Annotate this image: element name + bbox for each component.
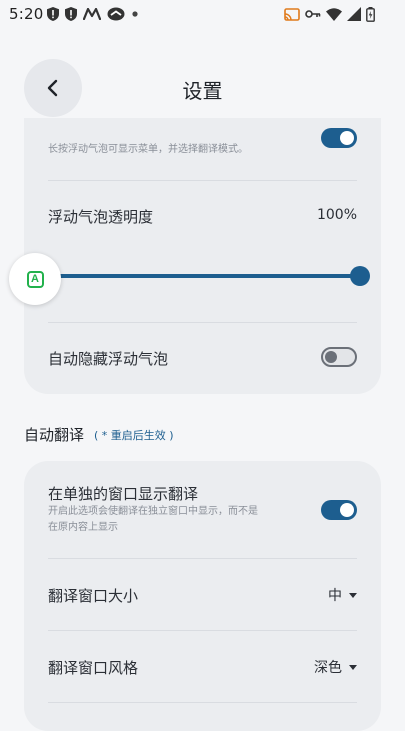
long-press-toggle[interactable] [321, 128, 357, 148]
status-notification-icons [47, 5, 139, 23]
window-style-label: 翻译窗口风格 [48, 659, 139, 677]
status-bar: 5:20 [0, 0, 405, 28]
opacity-slider[interactable] [58, 266, 370, 286]
window-style-value: 深色 [314, 660, 342, 676]
shield-alert-icon [47, 7, 59, 21]
toggle-knob [325, 351, 337, 363]
cast-icon [284, 7, 300, 21]
shield-alert-icon [65, 7, 77, 21]
auto-hide-label: 自动隐藏浮动气泡 [48, 350, 169, 368]
dot-icon [132, 11, 138, 17]
signal-icon [347, 7, 361, 21]
separate-window-toggle[interactable] [321, 500, 357, 520]
wifi-icon [326, 7, 342, 21]
auto-hide-toggle[interactable] [321, 347, 357, 367]
opacity-label: 浮动气泡透明度 [48, 208, 154, 226]
battery-icon [366, 6, 375, 22]
m-logo-icon [83, 8, 101, 20]
divider [48, 322, 357, 323]
long-press-description: 长按浮动气泡可显示菜单，并选择翻译模式。 [48, 144, 248, 155]
bubble-letter: A [31, 273, 39, 285]
window-size-dropdown[interactable]: 中 [328, 585, 357, 605]
divider [48, 180, 357, 181]
toggle-knob [340, 503, 354, 517]
slider-thumb[interactable] [350, 266, 370, 286]
status-system-icons [284, 5, 375, 23]
toggle-knob [340, 131, 354, 145]
separate-window-desc-line2: 在原内容上显示 [48, 522, 118, 533]
divider [48, 702, 357, 703]
divider [48, 558, 357, 559]
translate-a-icon: A [26, 270, 44, 288]
status-time: 5:20 [9, 5, 44, 23]
section-title-auto-translate: 自动翻译 [24, 426, 85, 444]
floating-bubble[interactable]: A [9, 253, 61, 305]
separate-window-label: 在单独的窗口显示翻译 [48, 485, 199, 503]
opacity-value: 100% [316, 207, 357, 223]
window-size-value: 中 [328, 588, 342, 604]
divider [48, 630, 357, 631]
window-size-label: 翻译窗口大小 [48, 587, 139, 605]
window-style-dropdown[interactable]: 深色 [314, 657, 357, 677]
restart-note: ( * 重启后生效 ) [94, 429, 174, 442]
bubble-settings-card: 长按浮动气泡可显示菜单，并选择翻译模式。 浮动气泡透明度 100% 自动隐藏浮动… [24, 118, 381, 394]
page-title: 设置 [182, 79, 223, 103]
slider-fill [58, 274, 360, 278]
auto-translate-card: 在单独的窗口显示翻译 开启此选项会使翻译在独立窗口中显示，而不是 在原内容上显示… [24, 461, 381, 731]
key-icon [305, 10, 321, 18]
separate-window-desc-line1: 开启此选项会使翻译在独立窗口中显示，而不是 [48, 506, 258, 517]
caret-down-icon [349, 592, 357, 598]
caret-down-icon [349, 664, 357, 670]
app-badge-icon [107, 7, 125, 21]
